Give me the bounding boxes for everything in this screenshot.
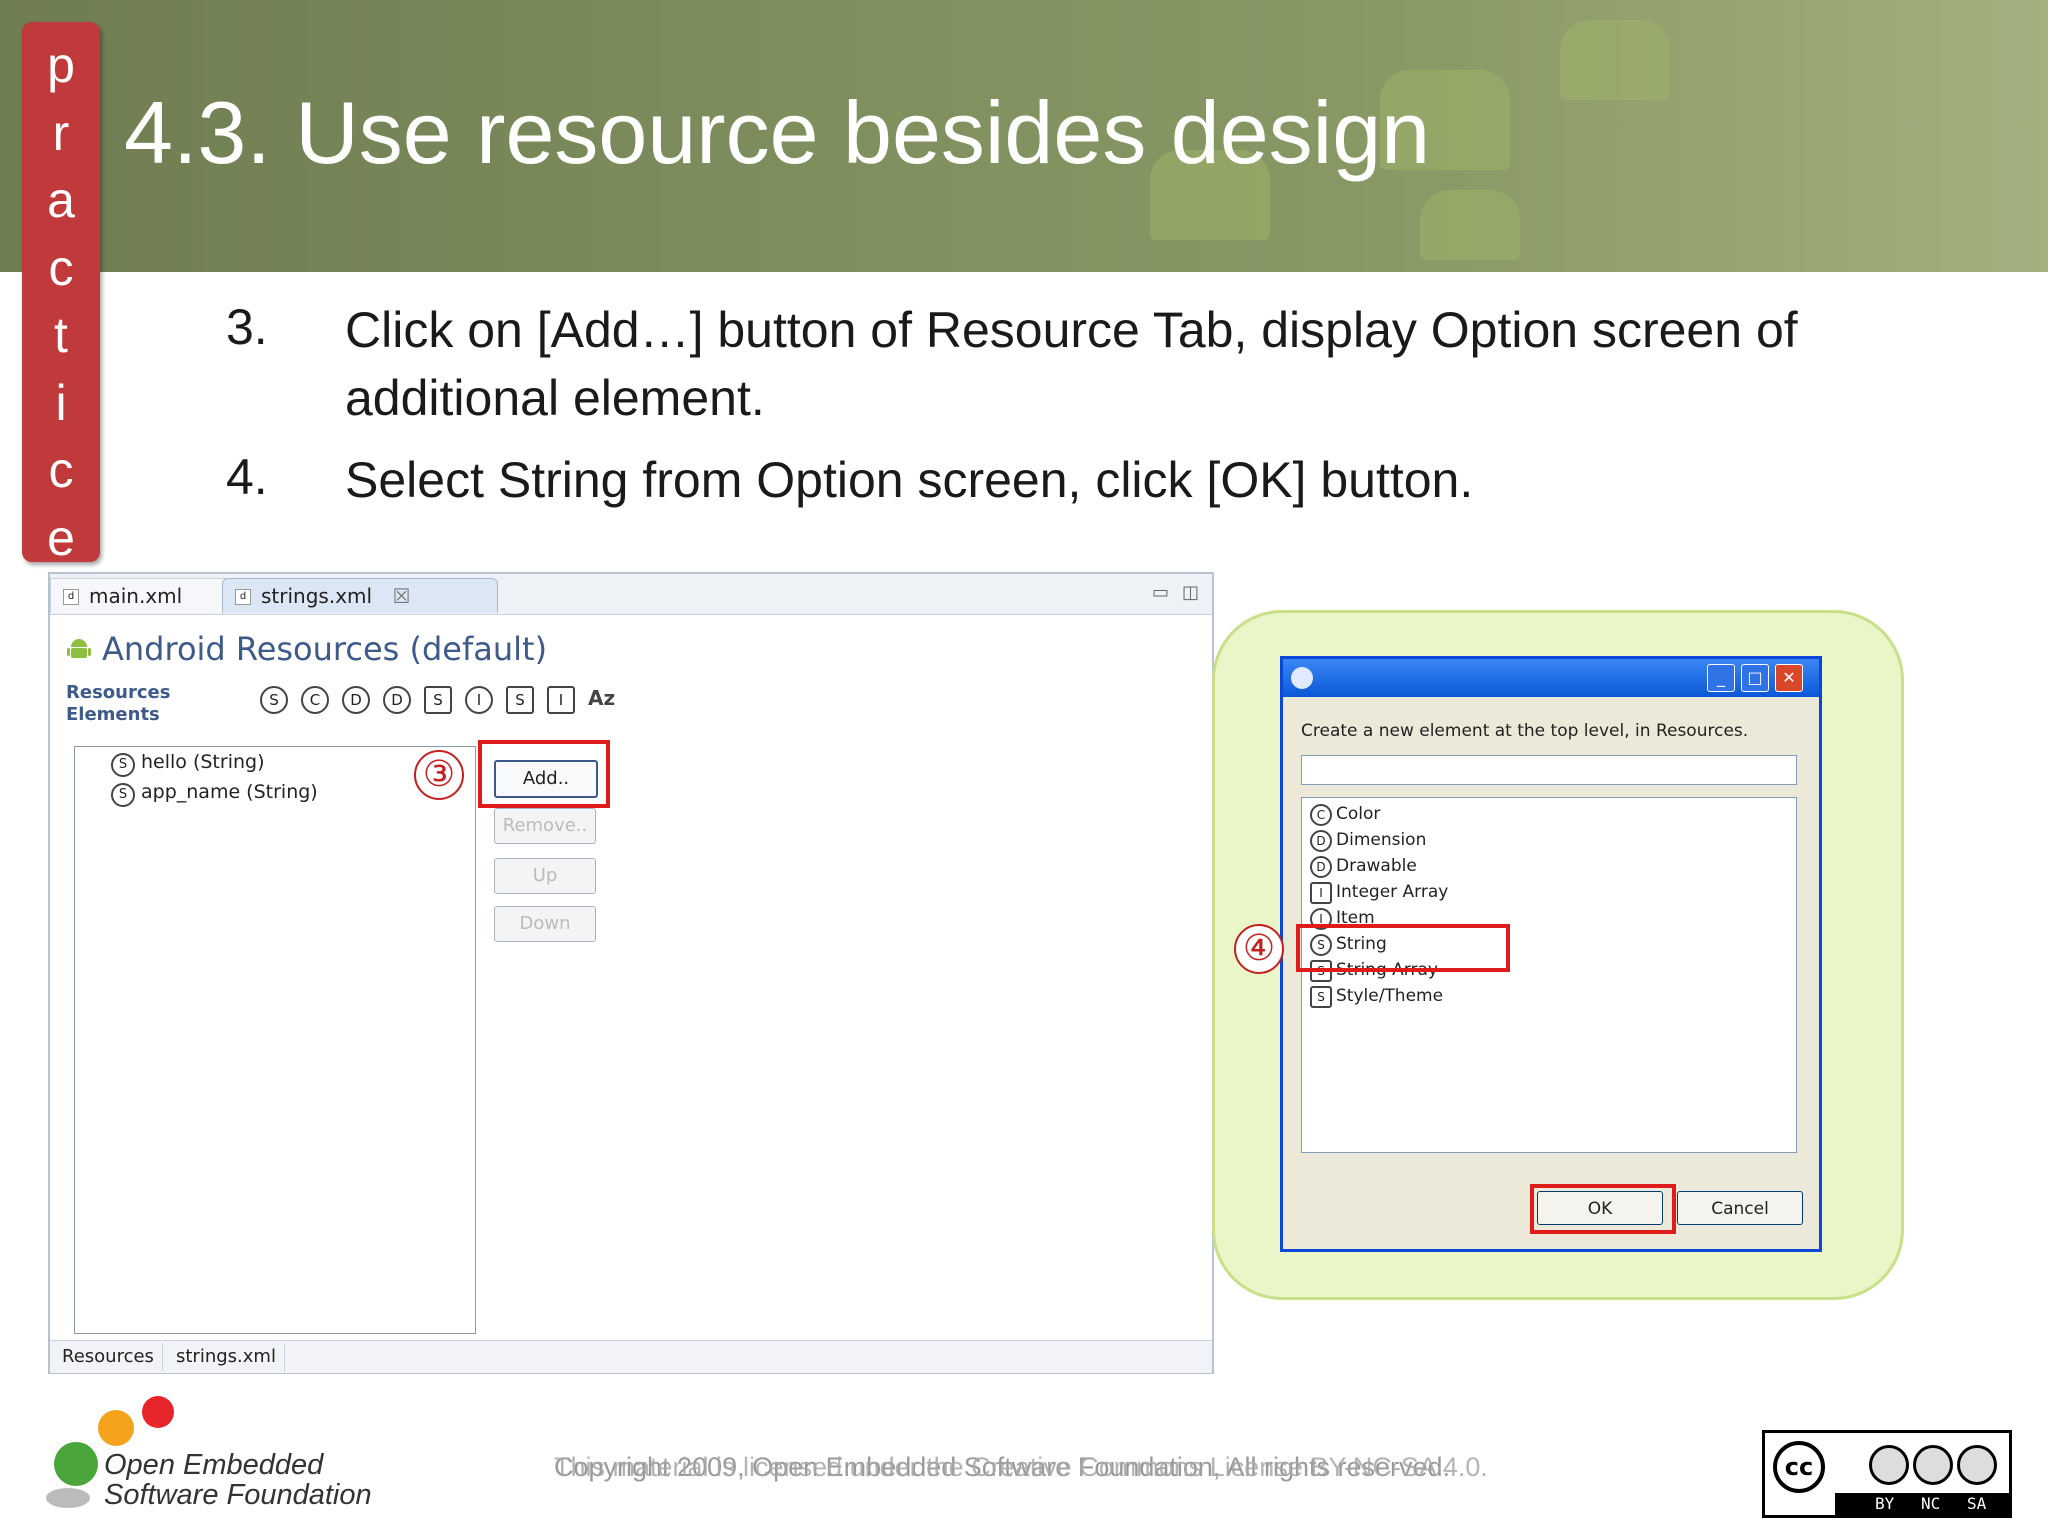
integer-array-type-icon[interactable]: I bbox=[547, 686, 575, 714]
tab-strings-source[interactable]: strings.xml bbox=[168, 1343, 285, 1371]
list-item-label: Color bbox=[1336, 804, 1381, 824]
section-label-line: Elements bbox=[66, 704, 160, 725]
filter-input[interactable] bbox=[1301, 755, 1797, 785]
list-item-label: Style/Theme bbox=[1336, 986, 1444, 1006]
cancel-button[interactable]: Cancel bbox=[1677, 1191, 1803, 1225]
cc-term: NC bbox=[1921, 1494, 1941, 1513]
practice-letter: c bbox=[48, 239, 74, 296]
android-icon bbox=[67, 639, 91, 658]
org-name-line: Open Embedded bbox=[104, 1449, 324, 1481]
minimize-window-icon[interactable]: _ bbox=[1707, 664, 1735, 692]
practice-tab: practice bbox=[22, 22, 100, 566]
cc-icon: cc bbox=[1773, 1441, 1825, 1493]
string-item-highlight bbox=[1296, 924, 1510, 972]
tree-item[interactable]: Shello (String) bbox=[111, 751, 264, 777]
xml-file-icon: d bbox=[235, 589, 251, 605]
practice-label: practice bbox=[22, 32, 100, 572]
tree-item-label: hello (String) bbox=[141, 751, 265, 773]
practice-letter: r bbox=[52, 104, 70, 161]
step-3-marker: ③ bbox=[414, 750, 464, 800]
down-button[interactable]: Down bbox=[494, 906, 596, 942]
sort-az-icon[interactable]: Az bbox=[588, 686, 615, 710]
list-item-label: Dimension bbox=[1336, 830, 1427, 850]
resource-type-toolbar: S C D D S I S I Az bbox=[260, 686, 615, 718]
tree-item[interactable]: Sapp_name (String) bbox=[111, 781, 318, 807]
up-button[interactable]: Up bbox=[494, 858, 596, 894]
string-type-icon: S bbox=[111, 783, 135, 807]
editor-tab-bar: d main.xml d strings.xml ☒ ▭ ◫ bbox=[50, 574, 1212, 615]
tab-label: strings.xml bbox=[261, 584, 373, 608]
android-robot-decoration bbox=[1560, 20, 1670, 100]
list-item-label: Drawable bbox=[1336, 856, 1417, 876]
license-notice: This material is licensed under the Crea… bbox=[554, 1452, 1488, 1482]
section-label-line: Resources bbox=[66, 682, 171, 703]
close-tab-icon[interactable]: ☒ bbox=[392, 584, 410, 608]
step-text: additional element. bbox=[345, 370, 765, 426]
step-text: Select String from Option screen, click … bbox=[345, 452, 1474, 508]
practice-letter: e bbox=[47, 509, 75, 566]
tab-strings-xml[interactable]: d strings.xml ☒ bbox=[222, 578, 498, 613]
list-item-color[interactable]: C Color bbox=[1310, 804, 1380, 826]
step-number: 3. bbox=[226, 299, 268, 355]
tree-item-label: app_name (String) bbox=[141, 781, 318, 803]
dialog-titlebar: _ □ ✕ bbox=[1283, 659, 1819, 697]
close-window-icon[interactable]: ✕ bbox=[1775, 664, 1803, 692]
tab-label: main.xml bbox=[89, 584, 183, 608]
org-name-line: Software Foundation bbox=[104, 1479, 372, 1511]
android-robot-decoration bbox=[1420, 190, 1520, 260]
list-item-integer-array[interactable]: I Integer Array bbox=[1310, 882, 1448, 904]
drawable-type-icon: D bbox=[1310, 856, 1332, 878]
resources-elements-label: Resources Elements bbox=[66, 682, 170, 726]
step-4-marker: ④ bbox=[1234, 924, 1284, 974]
tab-main-xml[interactable]: d main.xml bbox=[50, 578, 250, 613]
practice-letter: c bbox=[48, 442, 74, 498]
slide-title: 4.3. Use resource besides design bbox=[124, 83, 1431, 182]
ok-button-highlight bbox=[1530, 1184, 1676, 1234]
eclipse-editor-panel: d main.xml d strings.xml ☒ ▭ ◫ Android R… bbox=[48, 572, 1214, 1374]
xml-file-icon: d bbox=[63, 589, 79, 605]
item-type-icon[interactable]: I bbox=[465, 686, 493, 714]
noncommercial-icon bbox=[1913, 1445, 1953, 1485]
sharealike-icon bbox=[1957, 1445, 1997, 1485]
practice-letter: a bbox=[47, 172, 75, 228]
resource-tree[interactable]: Shello (String) Sapp_name (String) bbox=[74, 746, 476, 1334]
color-type-icon[interactable]: C bbox=[301, 686, 329, 714]
style-type-icon[interactable]: S bbox=[506, 686, 534, 714]
panel-title: Android Resources (default) bbox=[102, 630, 548, 668]
remove-button[interactable]: Remove.. bbox=[494, 808, 596, 844]
oesf-wordmark: Open Embedded Software Foundation bbox=[104, 1450, 372, 1510]
practice-letter: p bbox=[47, 37, 75, 93]
practice-letter: t bbox=[54, 307, 68, 363]
color-type-icon: C bbox=[1310, 804, 1332, 826]
string-type-icon: S bbox=[111, 753, 135, 777]
integer-array-type-icon: I bbox=[1310, 882, 1332, 904]
element-type-list[interactable]: C Color D Dimension D Drawable I Integer Arr… bbox=[1301, 797, 1797, 1153]
creative-commons-badge[interactable]: cc BY NC SA bbox=[1762, 1430, 2012, 1518]
minimize-icon[interactable]: ▭ bbox=[1152, 582, 1169, 603]
dialog-prompt: Create a new element at the top level, i… bbox=[1301, 721, 1749, 741]
list-item-dimension[interactable]: D Dimension bbox=[1310, 830, 1426, 852]
step-number: 4. bbox=[226, 449, 268, 505]
maximize-icon[interactable]: ◫ bbox=[1182, 582, 1199, 603]
style-type-icon: S bbox=[1310, 986, 1332, 1008]
editor-bottom-tabs: Resources strings.xml bbox=[50, 1340, 1212, 1373]
list-item-drawable[interactable]: D Drawable bbox=[1310, 856, 1417, 878]
eclipse-app-icon bbox=[1291, 667, 1313, 689]
cc-terms-strip: BY NC SA bbox=[1835, 1493, 2009, 1515]
list-item-label: Integer Array bbox=[1336, 882, 1449, 902]
tab-resources[interactable]: Resources bbox=[54, 1343, 163, 1371]
attribution-icon bbox=[1869, 1445, 1909, 1485]
dimension-type-icon[interactable]: D bbox=[342, 686, 370, 714]
list-item-style-theme[interactable]: S Style/Theme bbox=[1310, 986, 1443, 1008]
add-button-highlight bbox=[478, 740, 610, 808]
practice-letter: i bbox=[55, 374, 67, 431]
cc-term: SA bbox=[1967, 1494, 1987, 1513]
string-type-icon[interactable]: S bbox=[260, 686, 288, 714]
step-text: Click on [Add…] button of Resource Tab, … bbox=[345, 302, 1798, 358]
string-array-type-icon[interactable]: S bbox=[424, 686, 452, 714]
drawable-type-icon[interactable]: D bbox=[383, 686, 411, 714]
maximize-window-icon[interactable]: □ bbox=[1741, 664, 1769, 692]
cc-term: BY bbox=[1875, 1494, 1895, 1513]
dimension-type-icon: D bbox=[1310, 830, 1332, 852]
